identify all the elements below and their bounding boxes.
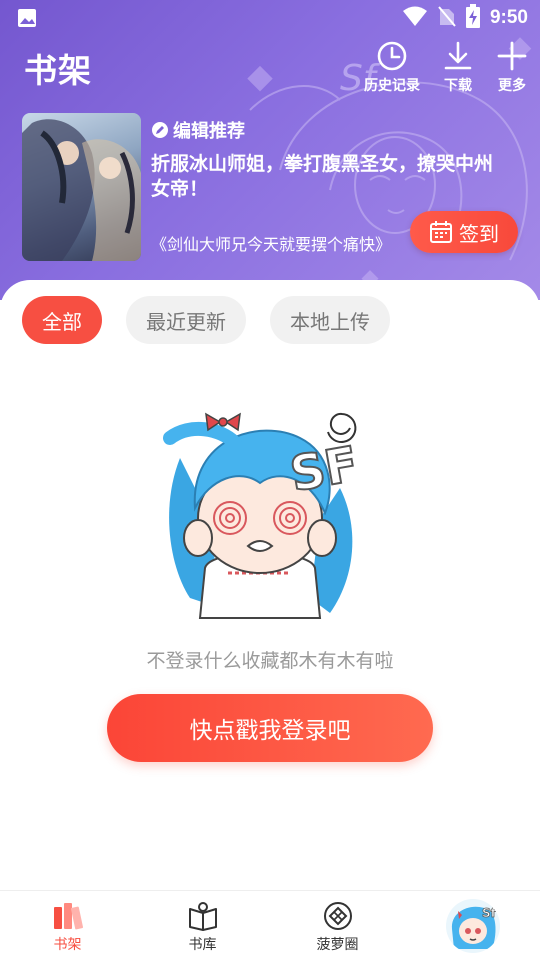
download-label: 下载 [444, 78, 472, 94]
battery-charging-icon [465, 4, 480, 32]
nav-pineapple-circle[interactable]: 菠萝圈 [270, 891, 405, 960]
svg-text:SF: SF [286, 436, 362, 503]
recommendation-headline[interactable]: 折服冰山师姐，拳打腹黑圣女，撩哭中州女帝！ [151, 152, 511, 202]
history-label: 历史记录 [364, 78, 420, 94]
book-cover-art [22, 119, 141, 261]
bookshelf-panel: 全部 最近更新 本地上传 SF 不登录什么收藏都木有木有啦 快点戳我登录吧 [0, 280, 540, 890]
nav-bookshelf-label: 书架 [53, 937, 82, 953]
no-sim-icon [438, 5, 456, 31]
download-icon [444, 41, 472, 70]
pineapple-icon [323, 902, 352, 930]
nav-library-label: 书库 [188, 937, 217, 953]
more-button[interactable]: 更多 [496, 40, 528, 95]
nav-library[interactable]: 书库 [135, 891, 270, 960]
login-button[interactable]: 快点戳我登录吧 [107, 694, 433, 762]
nav-profile[interactable]: Sf [405, 891, 540, 960]
empty-state-mascot: SF [163, 412, 363, 619]
book-icon [188, 902, 217, 931]
header: Sf 9:50 书架 历史记录 下载 更多 编辑推荐 折服冰山师姐，拳打腹黑圣女… [0, 0, 540, 300]
page-title: 书架 [24, 51, 92, 90]
bookshelf-icon [53, 903, 83, 930]
bottom-nav: 书架 书库 菠萝圈 Sf [0, 890, 540, 960]
filter-recent-updates[interactable]: 最近更新 [126, 296, 246, 344]
filter-local-upload[interactable]: 本地上传 [270, 296, 390, 344]
filter-tabs: 全部 最近更新 本地上传 [22, 296, 390, 344]
pen-badge-icon [152, 122, 168, 138]
download-button[interactable]: 下载 [442, 40, 474, 95]
plus-icon [497, 41, 527, 71]
editor-pick-tag: 编辑推荐 [151, 117, 245, 143]
status-bar: 9:50 [0, 0, 540, 36]
avatar: Sf [445, 899, 500, 953]
book-cover[interactable] [22, 113, 141, 261]
svg-text:Sf: Sf [482, 906, 497, 920]
wifi-icon [402, 5, 428, 31]
image-notification-icon [16, 7, 38, 33]
checkin-label: 签到 [459, 221, 499, 246]
nav-bookshelf[interactable]: 书架 [0, 891, 135, 960]
clock-icon [377, 41, 407, 71]
nav-pineapple-circle-label: 菠萝圈 [316, 937, 359, 953]
header-actions: 历史记录 下载 更多 [364, 40, 528, 95]
more-label: 更多 [498, 78, 526, 94]
status-time: 9:50 [489, 7, 528, 28]
empty-state-message: 不登录什么收藏都木有木有啦 [146, 650, 394, 672]
history-button[interactable]: 历史记录 [364, 40, 420, 95]
editor-pick-label: 编辑推荐 [173, 121, 245, 142]
recommendation-book-title[interactable]: 《剑仙大师兄今天就要摆个痛快》 [151, 231, 411, 255]
checkin-button[interactable]: 签到 [410, 211, 518, 253]
calendar-icon [430, 221, 452, 243]
filter-all[interactable]: 全部 [22, 296, 102, 344]
